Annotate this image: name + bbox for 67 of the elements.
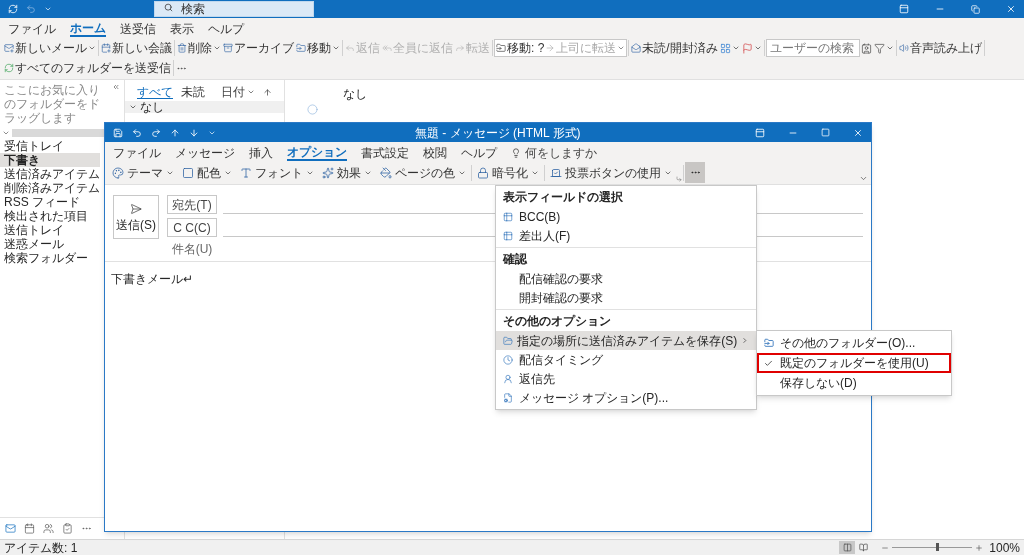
menu-heading: 確認 xyxy=(501,251,528,268)
ribbon-button[interactable]: 削除 xyxy=(176,38,222,58)
menu-item[interactable]: BCC(B) xyxy=(496,207,756,226)
ribbon-tab[interactable]: 送受信 xyxy=(120,20,156,37)
submenu-item[interactable]: 既定のフォルダーを使用(U) xyxy=(757,353,951,373)
filter-tab[interactable]: すべて xyxy=(137,85,173,99)
quick-step[interactable]: 移動: ? xyxy=(496,41,545,55)
ribbon-button[interactable]: テーマ xyxy=(108,162,178,183)
zoom-level: 100% xyxy=(989,540,1020,555)
folder-item[interactable]: 下書き xyxy=(0,153,100,167)
ribbon-button[interactable]: 新しいメール xyxy=(3,38,97,58)
ribbon-tab[interactable]: 書式設定 xyxy=(361,144,409,161)
menu-item[interactable]: メッセージ オプション(P)... xyxy=(496,388,756,407)
ribbon-button[interactable]: 暗号化 xyxy=(473,162,543,183)
submenu-item[interactable]: その他のフォルダー(O)... xyxy=(757,333,951,353)
message-body-text: 下書きメール↵ xyxy=(111,272,193,286)
search-field[interactable]: 検索 xyxy=(154,1,314,17)
menu-item[interactable]: 指定の場所に送信済みアイテムを保存(S) xyxy=(496,331,756,350)
submenu-item[interactable]: 保存しない(D) xyxy=(757,373,951,393)
window-title: 無題 - メッセージ (HTML 形式) xyxy=(415,125,581,140)
ribbon-button[interactable]: すべてのフォルダーを送受信 xyxy=(3,58,172,78)
ribbon-tab[interactable]: メッセージ xyxy=(175,144,235,161)
menu-heading: 表示フィールドの選択 xyxy=(502,189,624,206)
folder-item[interactable]: 検索フォルダー xyxy=(0,251,100,265)
ribbon-button[interactable]: フォント xyxy=(236,162,318,183)
ribbon-button[interactable]: 配色 xyxy=(178,162,236,183)
sort-button[interactable]: 日付 xyxy=(221,85,255,99)
ribbon-tab[interactable]: 挿入 xyxy=(249,144,273,161)
to-button[interactable]: 宛先(T) xyxy=(167,195,217,214)
reading-pane-text: なし xyxy=(343,87,367,101)
send-button[interactable]: 送信(S) xyxy=(113,195,159,239)
ribbon-tab[interactable]: ヘルプ xyxy=(461,144,497,161)
menu-item[interactable]: 差出人(F) xyxy=(496,226,756,245)
ribbon-button[interactable]: 効果 xyxy=(318,162,376,183)
folder-item[interactable]: 検出された項目 xyxy=(0,209,100,223)
menu-item[interactable]: 配信タイミング xyxy=(496,350,756,369)
ribbon-button[interactable]: 新しい会議 xyxy=(100,38,173,58)
menu-item[interactable]: 開封確認の要求 xyxy=(496,288,756,307)
folder-item[interactable]: 送信トレイ xyxy=(0,223,100,237)
ribbon-button[interactable]: ページの色 xyxy=(376,162,470,183)
menu-item[interactable]: 配信確認の要求 xyxy=(496,269,756,288)
ribbon-tab[interactable]: ファイル xyxy=(8,20,56,37)
cc-button[interactable]: C C(C) xyxy=(167,218,217,237)
group-label: なし xyxy=(140,100,164,114)
folder-item[interactable]: 削除済みアイテム xyxy=(0,181,100,195)
ribbon-tab[interactable]: 校閲 xyxy=(423,144,447,161)
menu-item[interactable]: 返信先 xyxy=(496,369,756,388)
ribbon-tab[interactable]: 表示 xyxy=(170,20,194,37)
folder-item[interactable]: 受信トレイ xyxy=(0,139,100,153)
ribbon-button[interactable]: アーカイブ xyxy=(222,38,295,58)
user-search-field[interactable]: ユーザーの検索 xyxy=(765,39,860,57)
favorites-hint: ここにお気に入りのフォルダーをドラッグします xyxy=(4,83,101,125)
tell-me-button[interactable]: 何をしますか xyxy=(511,144,597,161)
ribbon-button[interactable]: 音声読み上げ xyxy=(897,38,983,58)
folder-item[interactable]: RSS フィード xyxy=(0,195,100,209)
item-count: アイテム数: 1 xyxy=(4,540,78,555)
menu-heading: その他のオプション xyxy=(502,313,612,330)
filter-tab[interactable]: 未読 xyxy=(181,85,205,99)
folder-item[interactable]: 迷惑メール xyxy=(0,237,100,251)
group-header[interactable]: なし xyxy=(125,101,284,113)
ribbon-tab[interactable]: ヘルプ xyxy=(208,20,244,37)
subject-label: 件名(U) xyxy=(170,242,214,256)
ribbon-button[interactable]: 未読/開封済み xyxy=(630,38,719,58)
ribbon-button[interactable]: 移動 xyxy=(295,38,341,58)
ribbon-button[interactable]: 投票ボタンの使用 xyxy=(546,162,676,183)
ribbon-tab[interactable]: ファイル xyxy=(113,144,161,161)
folder-item[interactable]: 送信済みアイテム xyxy=(0,167,100,181)
